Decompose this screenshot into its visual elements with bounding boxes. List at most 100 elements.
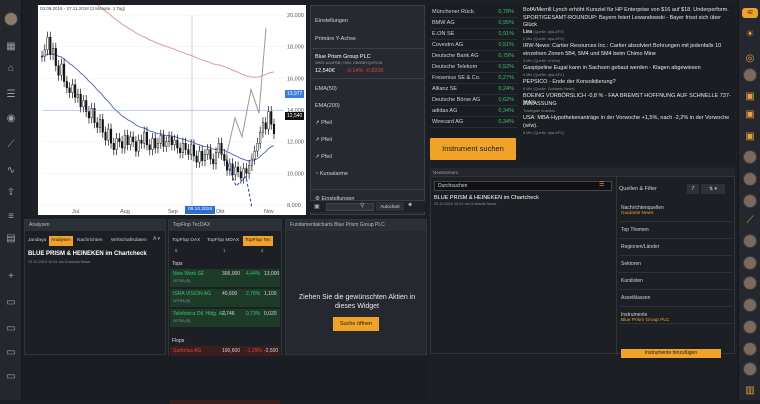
menu-item-ema50[interactable]: EMA(50): [315, 86, 337, 92]
folder-add-icon[interactable]: ▭: [4, 346, 18, 360]
menu-item-primary-y-axis[interactable]: Primäre Y-Achse: [315, 36, 356, 42]
tab-scroll-icon[interactable]: A ▾: [153, 236, 160, 242]
menu-item-ema200[interactable]: EMA(200): [315, 103, 340, 109]
tab-topflop-mdax[interactable]: TopFlop MDAX: [205, 236, 241, 246]
avatar[interactable]: [743, 68, 757, 82]
folder-icon[interactable]: ▭: [4, 296, 18, 310]
tab-nachrichten[interactable]: Nachrichten: [75, 236, 105, 246]
menu-item-settings[interactable]: Einstellungen: [315, 18, 348, 24]
price-chart[interactable]: 20,000 18,000 16,000 14,000 12,000 10,000 8,00…: [38, 0, 306, 215]
bulb-icon[interactable]: ☀: [743, 28, 757, 42]
tag-icon[interactable]: ⬥: [408, 202, 412, 209]
filter-options-button[interactable]: ⇅ ▾: [701, 184, 725, 194]
news-headline[interactable]: (w/w).: [523, 123, 733, 130]
chart-search-input[interactable]: [326, 203, 374, 211]
news-search-input[interactable]: Durchsuchen: [434, 181, 612, 191]
archive-icon[interactable]: ▭: [4, 370, 18, 384]
avatar[interactable]: [743, 362, 757, 376]
avatar[interactable]: [743, 320, 757, 334]
filter-item[interactable]: Top Themen: [621, 227, 649, 233]
news-headline[interactable]: BLUE PRISM & HEINEKEN im Chartcheck: [434, 195, 539, 201]
filter-item[interactable]: Kurslisten: [621, 278, 643, 284]
news-item[interactable]: IRW-News: Cartier Resources Inc.: Cartie…: [523, 43, 733, 50]
news-headline[interactable]: Gaspipeline Eugal kann in Sachsen gebaut…: [523, 65, 733, 72]
user-avatar[interactable]: [4, 12, 18, 26]
gift-icon[interactable]: ▣: [743, 90, 757, 104]
news-item[interactable]: BofA/Merrill Lynch erhöht Kursziel für H…: [523, 7, 733, 14]
document-icon[interactable]: ▤: [4, 232, 18, 246]
analysis-headline[interactable]: BLUE PRISM & HEINEKEN im Chartcheck: [28, 251, 147, 257]
list-icon[interactable]: ☰: [4, 88, 18, 102]
quote-row[interactable]: Allianz SE 0,24%: [430, 84, 518, 95]
avatar[interactable]: [743, 276, 757, 290]
news-headline[interactable]: Lira: [523, 29, 733, 36]
avatar[interactable]: [743, 256, 757, 270]
quote-row[interactable]: Fresenius SE & Co. 0,27%: [430, 73, 518, 84]
tab-jandaya[interactable]: Jandaya: [26, 236, 48, 246]
filter-item[interactable]: Regionen/Länder: [621, 244, 659, 250]
news-headline[interactable]: PEPSICO - Ende der Konsolidierung?: [523, 79, 733, 86]
grid-icon[interactable]: ▦: [4, 40, 18, 54]
notification-badge[interactable]: 42: [742, 8, 758, 18]
add-instrument-button[interactable]: Instrumente hinzufügen: [621, 349, 721, 358]
news-headline[interactable]: einzelnen Zonen 5B4, 5M4 und 5M4 beim Ch…: [523, 51, 733, 58]
tab-wirtschaftsdaten[interactable]: Wirtschaftsdaten: [109, 236, 149, 246]
avatar[interactable]: [743, 342, 757, 356]
quote-row[interactable]: BMW AG 0,95%: [430, 18, 518, 29]
tab-analysen[interactable]: Analysen: [49, 236, 73, 246]
filter-icon[interactable]: ☰: [599, 181, 604, 188]
news-headline[interactable]: IRW-News: Cartier Resources Inc.: Cartie…: [523, 43, 733, 50]
grid-icon[interactable]: ▥: [743, 384, 757, 398]
quote-row[interactable]: E.ON SE 0,91%: [430, 29, 518, 40]
chart-icon[interactable]: ⟋: [4, 138, 18, 152]
avatar[interactable]: [743, 150, 757, 164]
topflop-row[interactable]: New Work SE XETRA (R) 306,000 4,44% 13,000: [170, 269, 280, 287]
filter-item[interactable]: Sektoren: [621, 261, 641, 267]
filter-badge[interactable]: 7: [687, 184, 699, 194]
menu-icon[interactable]: ≡: [4, 210, 18, 224]
news-headline[interactable]: BofA/Merrill Lynch erhöht Kursziel für H…: [523, 7, 733, 14]
crop-icon[interactable]: ▣: [314, 203, 322, 211]
avatar[interactable]: [743, 298, 757, 312]
quote-row[interactable]: Münchener Rück. 0,78%: [430, 7, 518, 18]
upload-icon[interactable]: ⇪: [4, 186, 18, 200]
autochart-button[interactable]: Autochart: [376, 202, 404, 211]
news-headline[interactable]: ZULASSUNG: [523, 101, 733, 108]
open-search-button[interactable]: Suche öffnen: [333, 317, 379, 331]
news-item[interactable]: PEPSICO - Ende der Konsolidierung? 6 Min …: [523, 79, 733, 92]
avatar[interactable]: [743, 234, 757, 248]
gift-icon[interactable]: ▣: [743, 108, 757, 122]
chart-canvas[interactable]: 20,00018,00016,00014,00012,00010,0008,00…: [38, 0, 306, 215]
folder-open-icon[interactable]: ▭: [4, 322, 18, 336]
filter-item[interactable]: Assetklassen: [621, 295, 650, 301]
quote-row[interactable]: Deutsche Telekom 0,52%: [430, 62, 518, 73]
home-icon[interactable]: ⌂: [4, 62, 18, 76]
menu-item-price-alerts[interactable]: Kursalarme: [320, 171, 348, 177]
quote-row[interactable]: Deutsche Bank AG 0,79%: [430, 51, 518, 62]
avatar[interactable]: [743, 194, 757, 208]
menu-item-arrow[interactable]: Pfeil: [321, 154, 332, 160]
tab-topflop-dax[interactable]: TopFlop DAX: [170, 236, 202, 246]
quote-row[interactable]: Covestro AG 0,51%: [430, 40, 518, 51]
news-item[interactable]: Gaspipeline Eugal kann in Sachsen gebaut…: [523, 65, 733, 78]
gift-icon[interactable]: ▣: [743, 130, 757, 144]
news-item[interactable]: USA: MBA-Hypothekenanträge in der Vorwoc…: [523, 115, 733, 122]
quote-row[interactable]: Deutsche Börse AG 0,62%: [430, 95, 518, 106]
news-item[interactable]: einzelnen Zonen 5B4, 5M4 und 5M4 beim Ch…: [523, 51, 733, 64]
instrument-search-button[interactable]: Instrument suchen: [430, 138, 516, 160]
line-chart-icon[interactable]: ∿: [4, 164, 18, 178]
news-item[interactable]: Lira 2 Min (Quelle: dpa-AFX): [523, 29, 733, 42]
topflop-row[interactable]: Telefónica Dtl. Hldg. AG XETRA (R) 2,746 0,…: [170, 309, 280, 327]
search-icon[interactable]: ⚲: [360, 202, 364, 209]
quote-row[interactable]: Wirecard AG 0,34%: [430, 117, 518, 128]
avatar[interactable]: [743, 172, 757, 186]
topflop-row[interactable]: ISRA VISION AG XETRA (R) 40,600 2,78% 1,100: [170, 289, 280, 307]
trend-icon[interactable]: ⟋: [743, 214, 757, 228]
menu-item-arrow[interactable]: Pfeil: [321, 137, 332, 143]
compass-icon[interactable]: ◎: [743, 52, 757, 66]
news-headline[interactable]: USA: MBA-Hypothekenanträge in der Vorwoc…: [523, 115, 733, 122]
eye-icon[interactable]: ◉: [4, 112, 18, 126]
menu-item-arrow[interactable]: Pfeil: [321, 120, 332, 126]
news-headline[interactable]: SPORT/GESAMT-ROUNDUP: Bayern feiert Lewa…: [523, 15, 733, 29]
news-item[interactable]: (w/w). 8 Min (Quelle: dpa-AFX): [523, 123, 733, 136]
